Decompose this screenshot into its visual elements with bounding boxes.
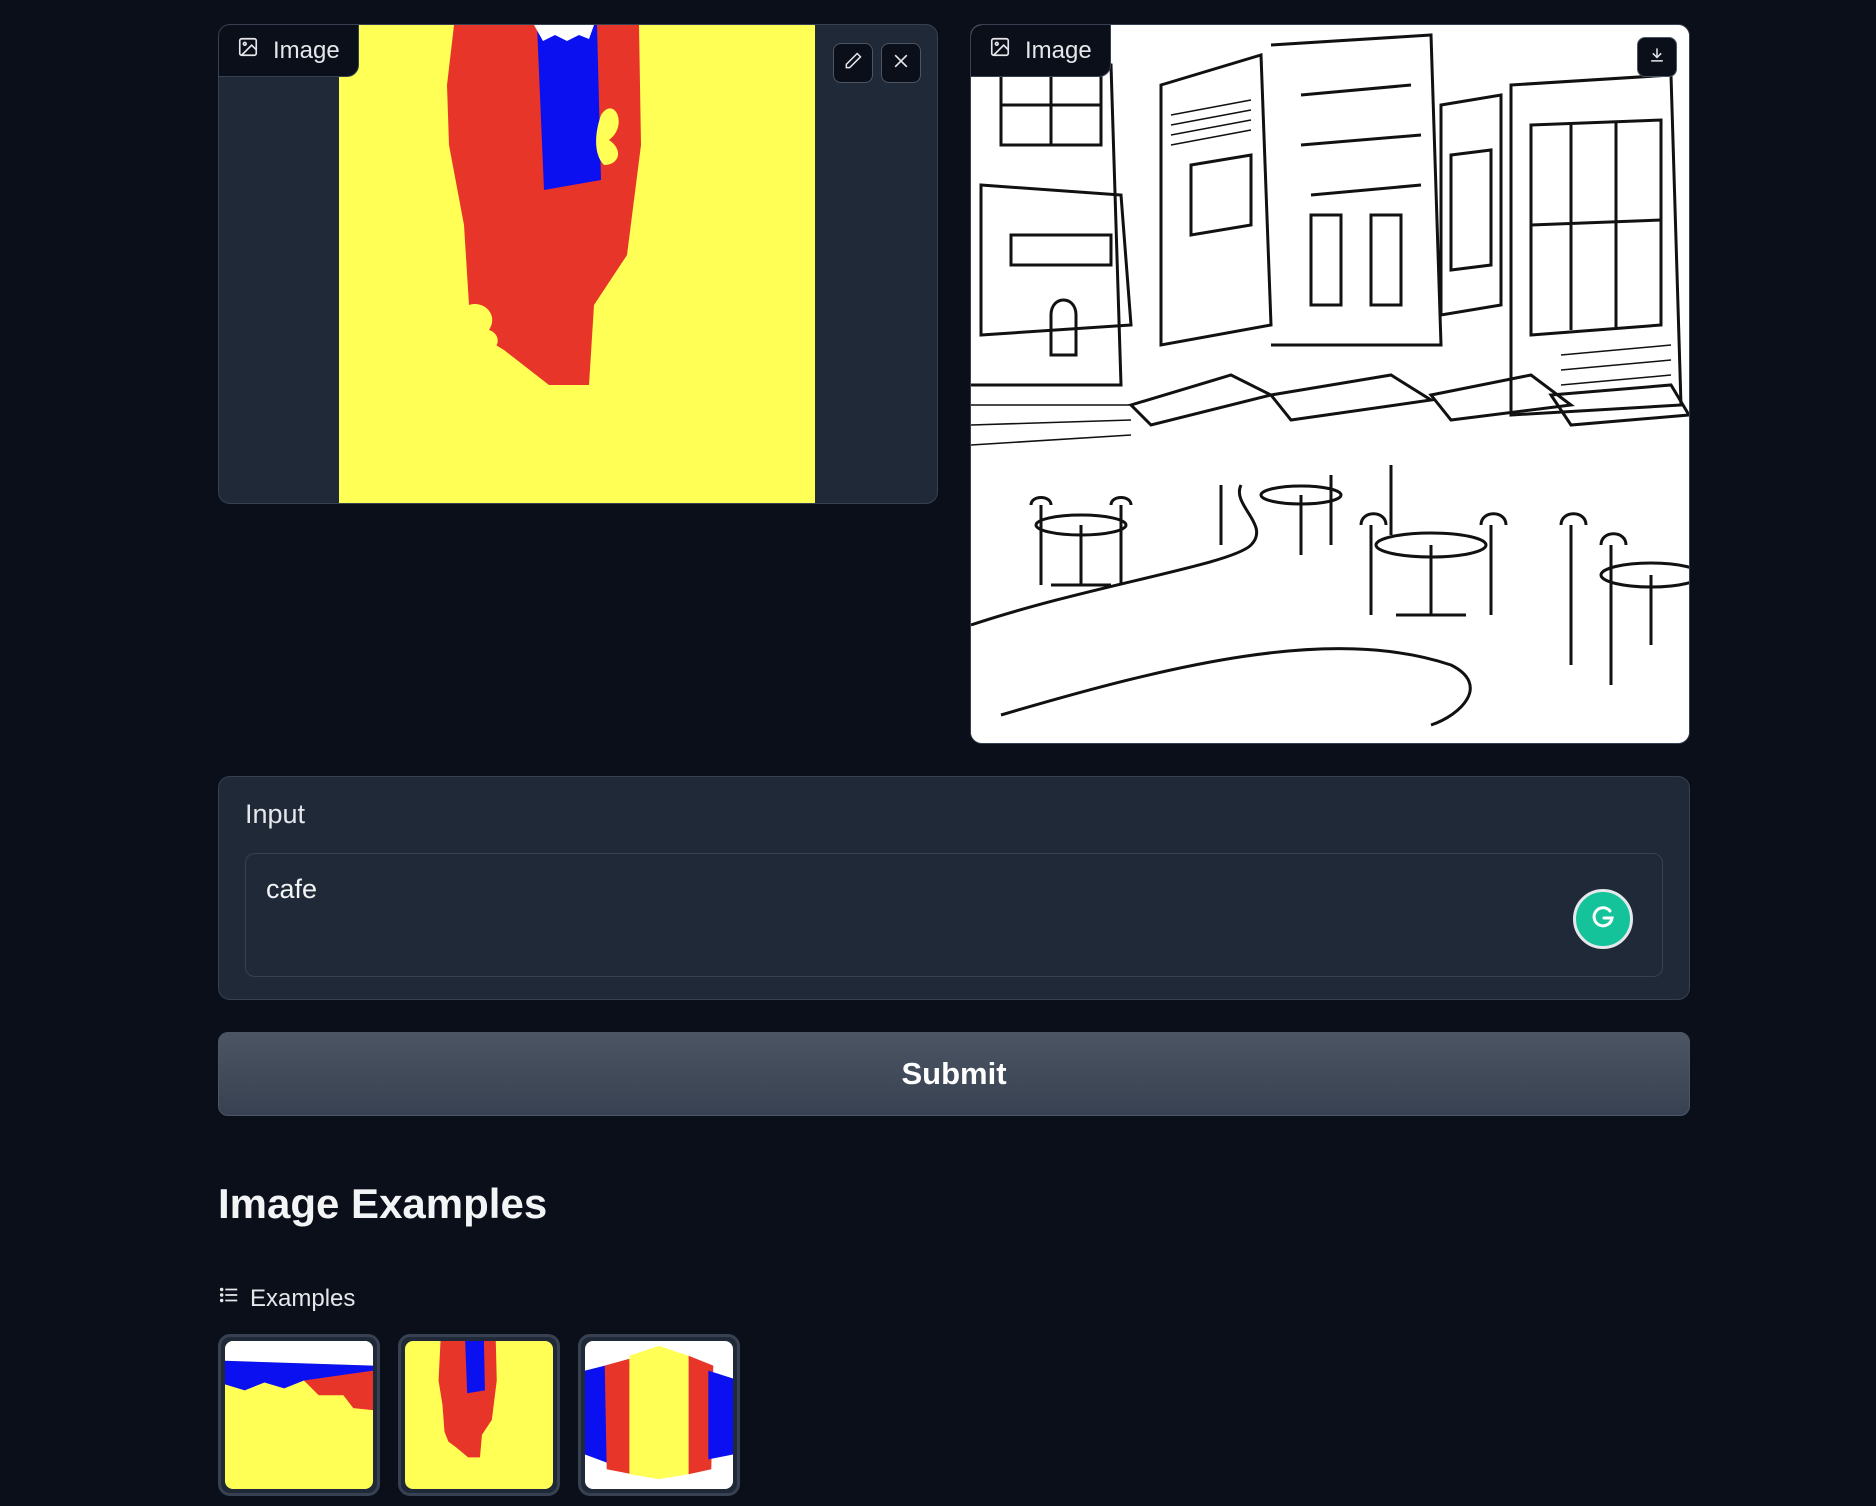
edit-button[interactable] bbox=[833, 43, 873, 83]
input-image-label: Image bbox=[219, 25, 359, 77]
close-icon bbox=[891, 51, 911, 76]
generated-cafe-sketch bbox=[971, 25, 1689, 743]
examples-label: Examples bbox=[218, 1284, 355, 1313]
prompt-textbox[interactable]: cafe bbox=[245, 853, 1663, 977]
download-button[interactable] bbox=[1637, 37, 1677, 77]
grammarly-icon bbox=[1585, 899, 1621, 940]
example-thumbnail-1[interactable] bbox=[218, 1334, 380, 1496]
input-segmentation-image bbox=[339, 25, 815, 503]
submit-button[interactable]: Submit bbox=[218, 1032, 1690, 1116]
output-image-label: Image bbox=[971, 25, 1111, 77]
clear-button[interactable] bbox=[881, 43, 921, 83]
input-image-panel[interactable]: Image bbox=[218, 24, 938, 504]
input-image-label-text: Image bbox=[273, 36, 340, 64]
download-icon bbox=[1647, 45, 1667, 70]
example-thumbnail-3[interactable] bbox=[578, 1334, 740, 1496]
image-icon bbox=[237, 36, 259, 65]
prompt-panel: Input cafe bbox=[218, 776, 1690, 1000]
list-icon bbox=[218, 1284, 240, 1313]
examples-heading: Image Examples bbox=[218, 1180, 548, 1227]
pencil-icon bbox=[843, 51, 863, 76]
grammarly-button[interactable] bbox=[1573, 889, 1633, 949]
output-image-panel: Image bbox=[970, 24, 1690, 744]
example-thumbnail-2[interactable] bbox=[398, 1334, 560, 1496]
prompt-label: Input bbox=[245, 799, 306, 829]
output-image-label-text: Image bbox=[1025, 36, 1092, 64]
examples-label-text: Examples bbox=[250, 1284, 356, 1312]
prompt-value: cafe bbox=[266, 874, 318, 904]
image-icon bbox=[989, 36, 1011, 65]
